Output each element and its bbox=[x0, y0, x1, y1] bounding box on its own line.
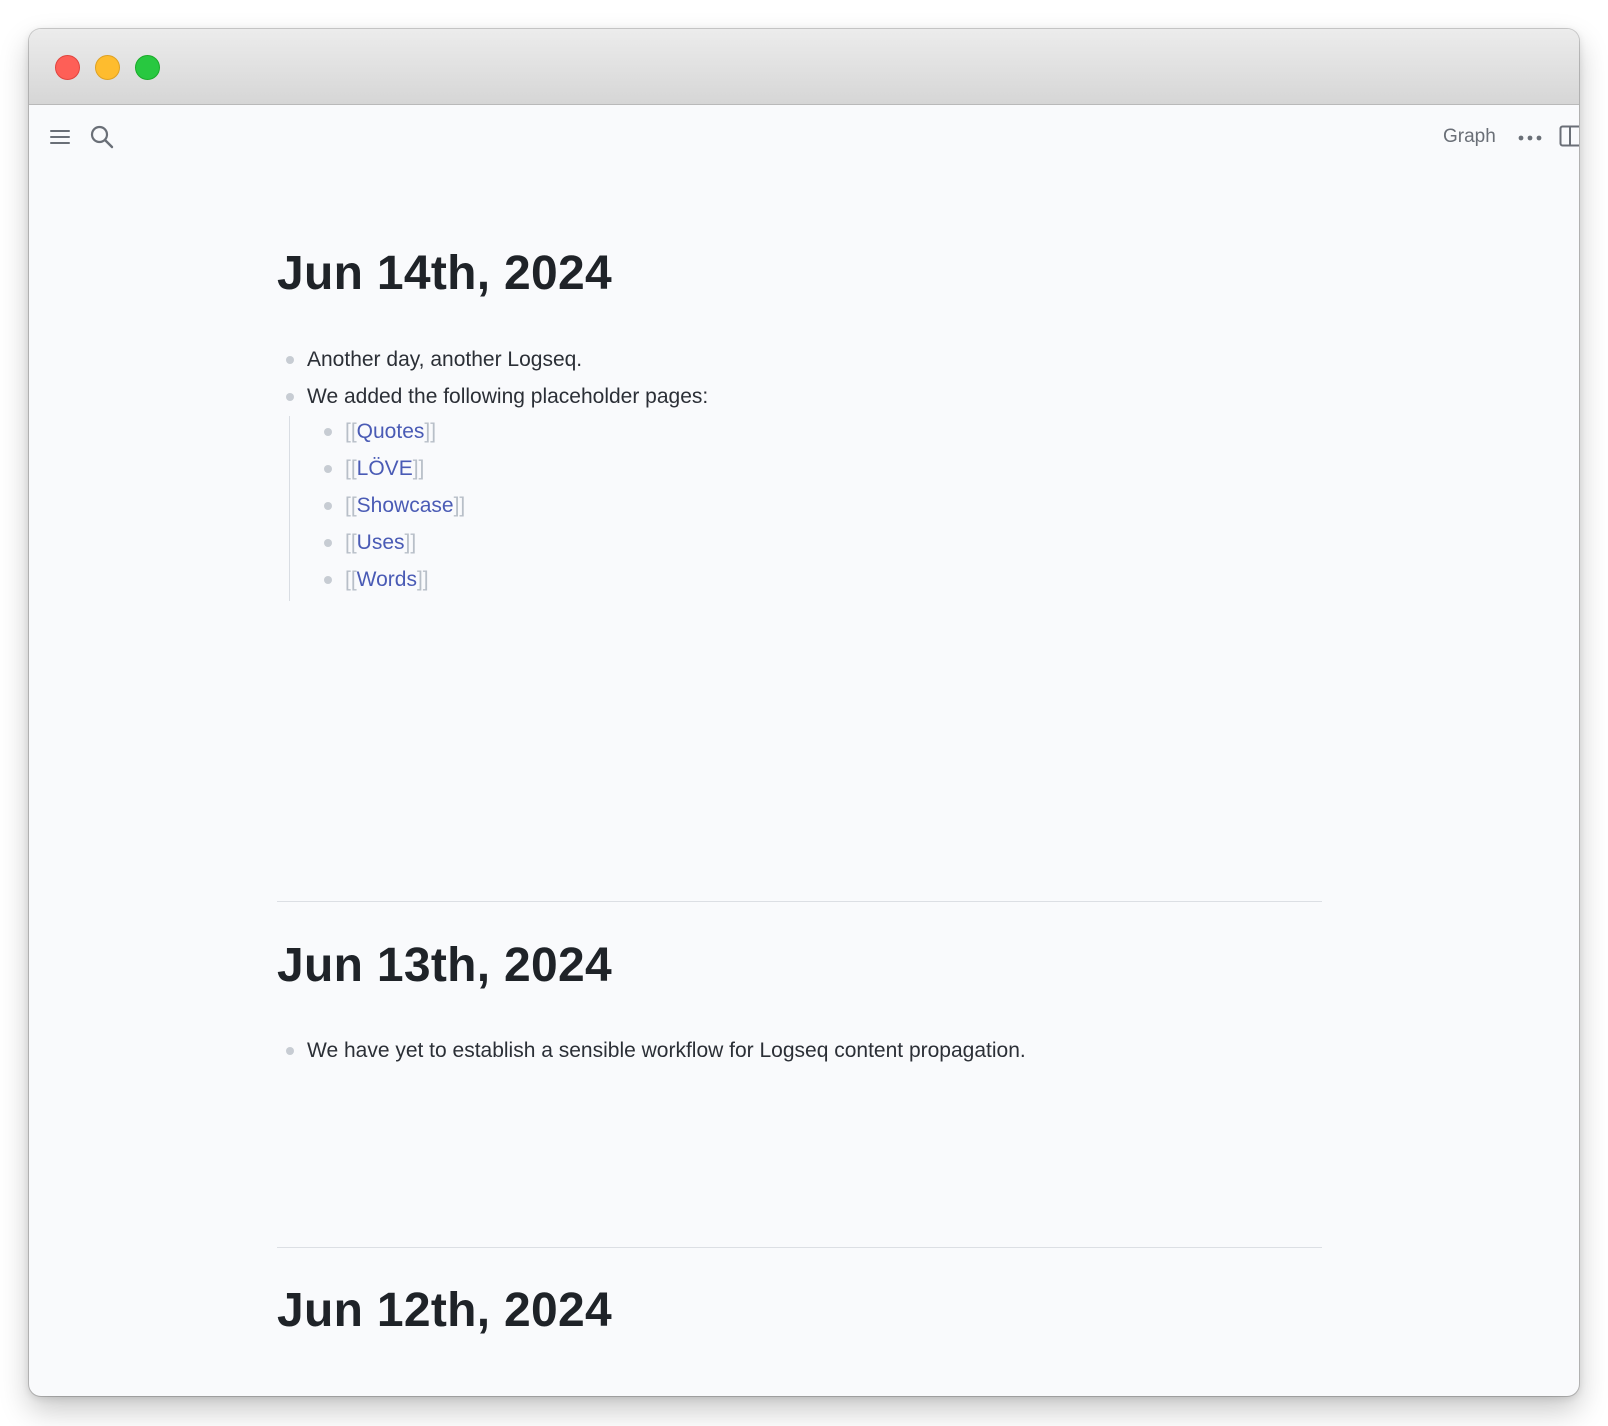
page-ref-words[interactable]: Words bbox=[357, 568, 417, 591]
page-ref-showcase[interactable]: Showcase bbox=[357, 494, 454, 517]
app-window: Graph Jun 14th, 2024 Another day, anothe… bbox=[29, 29, 1579, 1396]
graph-button[interactable]: Graph bbox=[1443, 126, 1496, 148]
page-ref-love[interactable]: LÖVE bbox=[357, 457, 413, 480]
bracket-open: [[ bbox=[345, 494, 357, 517]
page-ref-quotes[interactable]: Quotes bbox=[357, 420, 425, 443]
bracket-close: ]] bbox=[416, 568, 429, 591]
bracket-close: ]] bbox=[424, 420, 437, 443]
page-ref-uses[interactable]: Uses bbox=[357, 531, 405, 554]
title-bar bbox=[29, 29, 1579, 105]
search-icon[interactable] bbox=[89, 124, 115, 150]
journal-title[interactable]: Jun 14th, 2024 bbox=[277, 246, 612, 301]
block-bullet[interactable] bbox=[324, 502, 332, 510]
block-bullet[interactable] bbox=[324, 576, 332, 584]
block-bullet[interactable] bbox=[286, 393, 294, 401]
block-bullet[interactable] bbox=[324, 428, 332, 436]
block-bullet[interactable] bbox=[324, 539, 332, 547]
maximize-window-button[interactable] bbox=[135, 55, 160, 80]
block-content[interactable]: We have yet to establish a sensible work… bbox=[307, 1033, 1026, 1069]
block-bullet[interactable] bbox=[286, 1047, 294, 1055]
bracket-open: [[ bbox=[345, 420, 357, 443]
block-content[interactable]: Another day, another Logseq. bbox=[307, 342, 582, 378]
journal-divider bbox=[277, 1247, 1322, 1248]
journal-title[interactable]: Jun 12th, 2024 bbox=[277, 1283, 612, 1338]
bracket-open: [[ bbox=[345, 568, 357, 591]
minimize-window-button[interactable] bbox=[95, 55, 120, 80]
block-bullet[interactable] bbox=[286, 356, 294, 364]
menu-icon[interactable] bbox=[49, 126, 71, 148]
toolbar: Graph bbox=[29, 106, 1579, 166]
more-options-icon[interactable] bbox=[1518, 135, 1542, 141]
block-content[interactable]: We added the following placeholder pages… bbox=[307, 379, 708, 415]
bracket-open: [[ bbox=[345, 531, 357, 554]
journal-title[interactable]: Jun 13th, 2024 bbox=[277, 938, 612, 993]
bracket-close: ]] bbox=[453, 494, 466, 517]
close-window-button[interactable] bbox=[55, 55, 80, 80]
bracket-open: [[ bbox=[345, 457, 357, 480]
bracket-close: ]] bbox=[404, 531, 417, 554]
block-bullet[interactable] bbox=[324, 465, 332, 473]
journal-divider bbox=[277, 901, 1322, 902]
bracket-close: ]] bbox=[412, 457, 425, 480]
right-sidebar-toggle-icon[interactable] bbox=[1559, 125, 1579, 147]
children-guide-line[interactable] bbox=[289, 416, 290, 601]
